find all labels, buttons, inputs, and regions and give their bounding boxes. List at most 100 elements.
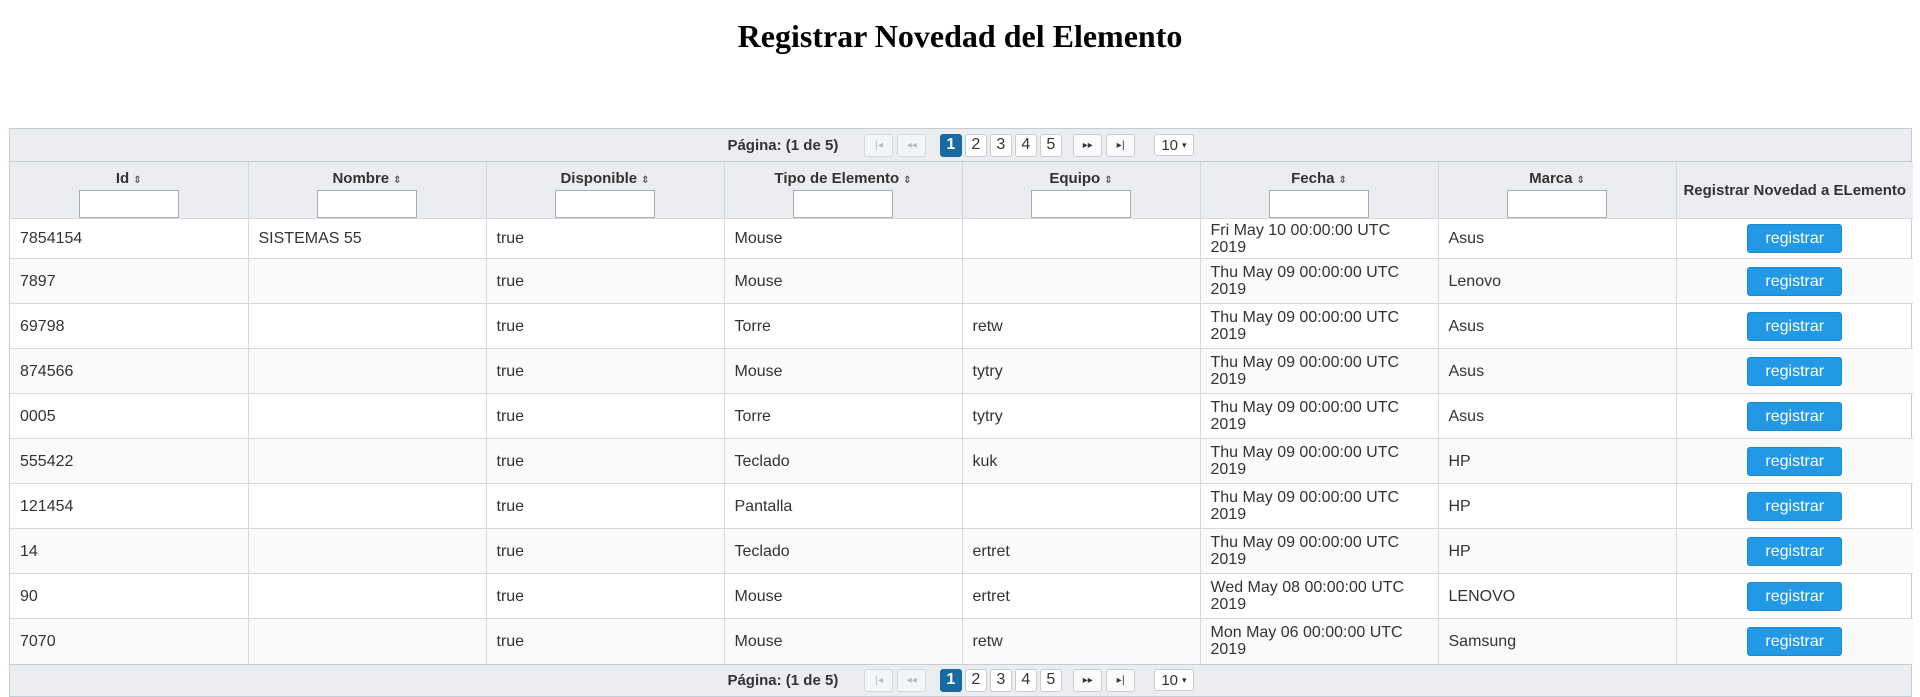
cell-id: 874566 — [10, 348, 249, 394]
registrar-button[interactable]: registrar — [1747, 536, 1843, 566]
sort-icon[interactable]: ⇕ — [641, 175, 649, 186]
cell-action: registrar — [1676, 218, 1913, 259]
registrar-button[interactable]: registrar — [1747, 401, 1843, 431]
registrar-button[interactable]: registrar — [1747, 446, 1843, 476]
cell-tipo: Mouse — [724, 573, 963, 619]
cell-marca: Asus — [1438, 218, 1677, 259]
last-page-icon[interactable]: ▸| — [1106, 668, 1136, 692]
first-page-icon[interactable]: |◂ — [864, 133, 894, 157]
first-page-icon[interactable]: |◂ — [864, 668, 894, 692]
sort-icon[interactable]: ⇕ — [903, 175, 911, 186]
registrar-button[interactable]: registrar — [1747, 491, 1843, 521]
column-header-marca[interactable]: Marca ⇕ — [1438, 162, 1677, 219]
cell-disponible: true — [486, 618, 725, 664]
last-page-icon[interactable]: ▸| — [1106, 133, 1136, 157]
cell-fecha: Thu May 09 00:00:00 UTC 2019 — [1200, 528, 1439, 574]
cell-nombre — [248, 393, 487, 439]
cell-marca: HP — [1438, 438, 1677, 484]
table-row: 90 true Mouse ertret Wed May 08 00:00:00… — [10, 573, 1913, 619]
sort-icon[interactable]: ⇕ — [1104, 175, 1112, 186]
cell-id: 14 — [10, 528, 249, 574]
column-header-disponible[interactable]: Disponible ⇕ — [486, 162, 725, 219]
cell-id: 7070 — [10, 618, 249, 664]
column-label: Disponible — [560, 170, 638, 187]
column-header-tipo[interactable]: Tipo de Elemento ⇕ — [724, 162, 963, 219]
cell-fecha: Thu May 09 00:00:00 UTC 2019 — [1200, 393, 1439, 439]
cell-tipo: Teclado — [724, 528, 963, 574]
cell-nombre — [248, 303, 487, 349]
cell-marca: Asus — [1438, 348, 1677, 394]
page-link-4[interactable]: 4 — [1014, 133, 1037, 157]
sort-icon[interactable]: ⇕ — [393, 175, 401, 186]
page-link-1[interactable]: 1 — [939, 668, 962, 692]
cell-nombre — [248, 573, 487, 619]
cell-action: registrar — [1676, 303, 1913, 349]
cell-id: 121454 — [10, 483, 249, 529]
column-label: Nombre — [332, 170, 390, 187]
column-header-nombre[interactable]: Nombre ⇕ — [248, 162, 487, 219]
cell-action: registrar — [1676, 528, 1913, 574]
page-link-3[interactable]: 3 — [989, 668, 1012, 692]
page-link-5[interactable]: 5 — [1039, 133, 1062, 157]
cell-disponible: true — [486, 393, 725, 439]
cell-marca: Asus — [1438, 393, 1677, 439]
chevron-down-icon: ▾ — [1182, 139, 1187, 150]
rows-per-page-dropdown[interactable]: 10 ▾ — [1154, 134, 1194, 156]
cell-action: registrar — [1676, 438, 1913, 484]
page-link-2[interactable]: 2 — [964, 668, 987, 692]
page-link-1[interactable]: 1 — [939, 133, 962, 157]
prev-page-icon[interactable]: ◂◂ — [897, 668, 927, 692]
prev-page-icon[interactable]: ◂◂ — [897, 133, 927, 157]
column-header-fecha[interactable]: Fecha ⇕ — [1200, 162, 1439, 219]
table-row: 121454 true Pantalla Thu May 09 00:00:00… — [10, 483, 1913, 529]
column-label: Id — [115, 170, 130, 187]
rows-per-page-dropdown[interactable]: 10 ▾ — [1154, 669, 1194, 691]
cell-tipo: Mouse — [724, 618, 963, 664]
filter-fecha-input[interactable] — [1269, 190, 1369, 218]
filter-equipo-input[interactable] — [1031, 190, 1131, 218]
cell-equipo: tytry — [962, 393, 1201, 439]
cell-tipo: Mouse — [724, 258, 963, 304]
registrar-button[interactable]: registrar — [1747, 626, 1843, 656]
sort-icon[interactable]: ⇕ — [1338, 175, 1346, 186]
filter-id-input[interactable] — [78, 190, 179, 218]
column-label: Marca — [1529, 170, 1573, 187]
rows-per-page-value: 10 — [1161, 136, 1178, 154]
cell-id: 69798 — [10, 303, 249, 349]
cell-disponible: true — [486, 258, 725, 304]
cell-action: registrar — [1676, 393, 1913, 439]
registrar-button[interactable]: registrar — [1747, 266, 1843, 296]
registrar-button[interactable]: registrar — [1747, 581, 1843, 611]
next-page-icon[interactable]: ▸▸ — [1073, 668, 1103, 692]
filter-nombre-input[interactable] — [317, 190, 417, 218]
page-report: Página: (1 de 5) — [727, 136, 839, 154]
registrar-button[interactable]: registrar — [1747, 356, 1843, 386]
registrar-button[interactable]: registrar — [1747, 224, 1843, 253]
cell-equipo: kuk — [962, 438, 1201, 484]
sort-icon[interactable]: ⇕ — [1576, 175, 1584, 186]
cell-disponible: true — [486, 348, 725, 394]
cell-id: 555422 — [10, 438, 249, 484]
page-link-5[interactable]: 5 — [1039, 668, 1062, 692]
next-page-icon[interactable]: ▸▸ — [1073, 133, 1103, 157]
table-row: 14 true Teclado ertret Thu May 09 00:00:… — [10, 528, 1913, 574]
elements-table: Id ⇕ Nombre ⇕ Disponible ⇕ Tipo de Elemento… — [10, 162, 1913, 664]
filter-marca-input[interactable] — [1507, 190, 1607, 218]
registrar-button[interactable]: registrar — [1747, 311, 1843, 341]
page-link-2[interactable]: 2 — [964, 133, 987, 157]
cell-nombre — [248, 483, 487, 529]
sort-icon[interactable]: ⇕ — [133, 175, 141, 186]
filter-disponible-input[interactable] — [555, 190, 655, 218]
page-link-3[interactable]: 3 — [989, 133, 1012, 157]
cell-disponible: true — [486, 438, 725, 484]
cell-fecha: Thu May 09 00:00:00 UTC 2019 — [1200, 303, 1439, 349]
filter-tipo-input[interactable] — [793, 190, 893, 218]
cell-disponible: true — [486, 573, 725, 619]
column-header-equipo[interactable]: Equipo ⇕ — [962, 162, 1201, 219]
cell-fecha: Mon May 06 00:00:00 UTC 2019 — [1200, 618, 1439, 664]
rows-per-page-value: 10 — [1161, 671, 1178, 689]
cell-fecha: Wed May 08 00:00:00 UTC 2019 — [1200, 573, 1439, 619]
column-header-id[interactable]: Id ⇕ — [10, 162, 249, 219]
page-link-4[interactable]: 4 — [1014, 668, 1037, 692]
table-row: 874566 true Mouse tytry Thu May 09 00:00… — [10, 348, 1913, 394]
